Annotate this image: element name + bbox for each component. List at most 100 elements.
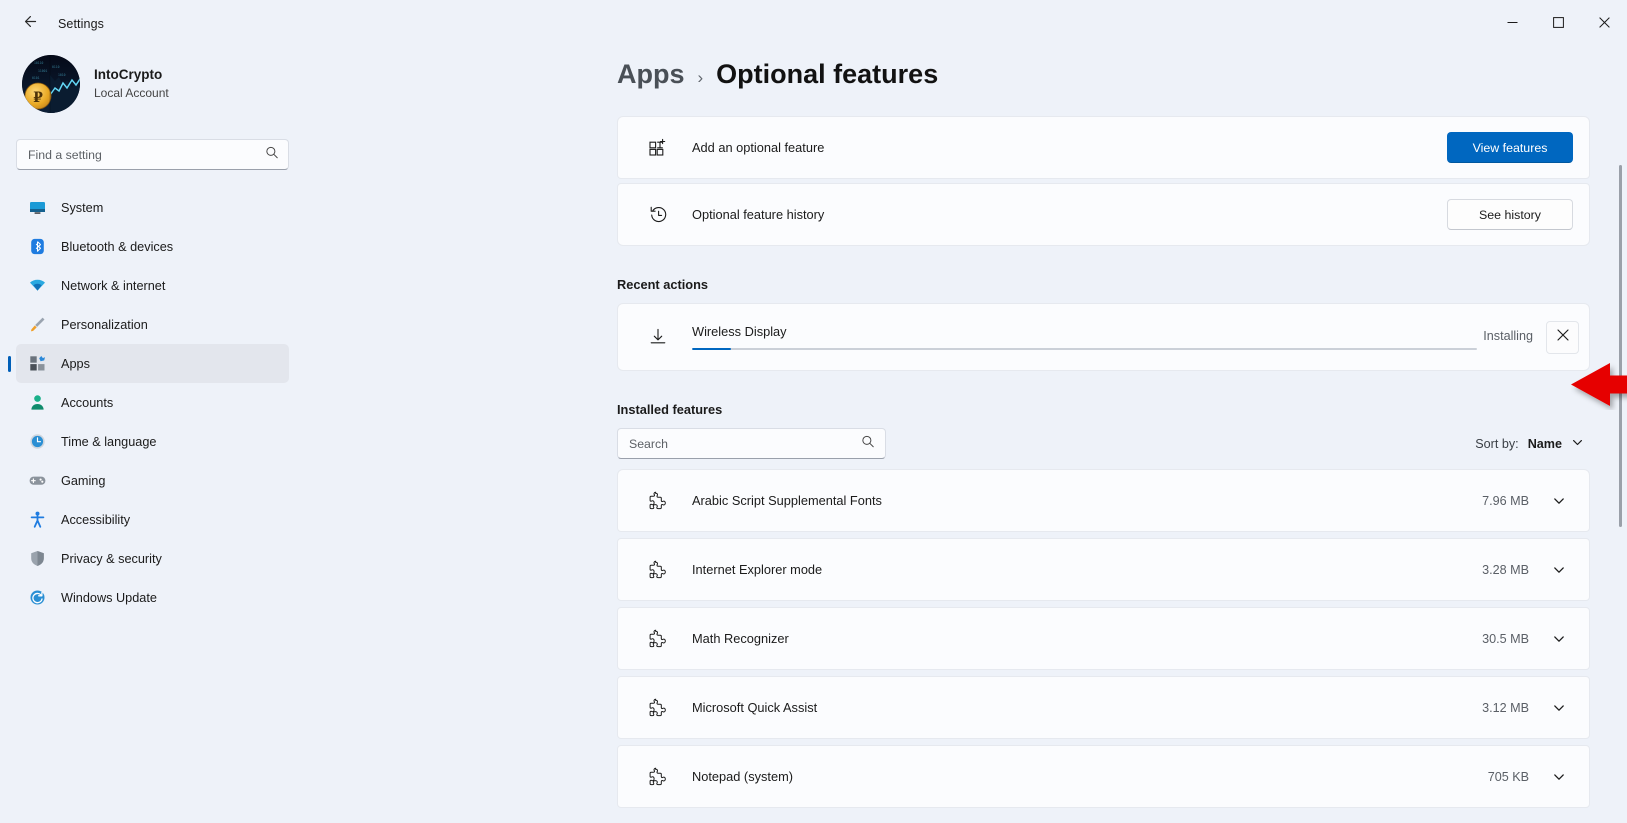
sidebar-item-system[interactable]: System xyxy=(16,188,289,227)
minimize-icon xyxy=(1507,15,1518,33)
monitor-icon xyxy=(29,199,46,216)
recent-action-body: Wireless Display xyxy=(692,324,1483,350)
add-optional-feature-card: Add an optional feature View features xyxy=(617,116,1590,179)
account-type: Local Account xyxy=(94,86,169,101)
account-name: IntoCrypto xyxy=(94,66,163,82)
sidebar-item-apps[interactable]: Apps xyxy=(16,344,289,383)
puzzle-icon xyxy=(643,698,673,718)
installed-features-search-input[interactable] xyxy=(618,436,885,451)
sidebar-item-bluetooth-devices[interactable]: Bluetooth & devices xyxy=(16,227,289,266)
sort-by-label: Sort by: xyxy=(1475,436,1519,451)
feature-name: Math Recognizer xyxy=(692,631,789,646)
install-progress-bar xyxy=(692,348,1478,350)
wifi-icon xyxy=(29,277,46,294)
sidebar-item-label: System xyxy=(61,200,104,215)
feature-name: Internet Explorer mode xyxy=(692,562,823,577)
table-row[interactable]: Microsoft Quick Assist 3.12 MB xyxy=(617,676,1590,739)
chevron-down-icon[interactable] xyxy=(1543,485,1575,517)
install-status-label: Installing xyxy=(1483,329,1533,343)
maximize-icon xyxy=(1552,15,1564,33)
recent-actions-title: Recent actions xyxy=(617,277,709,292)
chevron-down-icon[interactable] xyxy=(1543,623,1575,655)
feature-name: Notepad (system) xyxy=(692,769,793,784)
sidebar-item-windows-update[interactable]: Windows Update xyxy=(16,578,289,617)
sidebar-item-label: Network & internet xyxy=(61,278,166,293)
installed-features-search[interactable] xyxy=(617,428,886,459)
account-block[interactable]: 10110 0110 11001 1010 0101 ₽ IntoCrypto … xyxy=(16,47,289,113)
paintbrush-icon xyxy=(29,316,46,333)
sidebar-item-label: Windows Update xyxy=(61,590,157,605)
breadcrumb: Apps › Optional features xyxy=(305,47,1627,90)
sidebar-item-label: Personalization xyxy=(61,317,148,332)
recent-action-name: Wireless Display xyxy=(692,324,787,339)
cancel-install-button[interactable] xyxy=(1546,320,1579,354)
sidebar-item-label: Gaming xyxy=(61,473,106,488)
view-features-button[interactable]: View features xyxy=(1447,132,1573,163)
sidebar-item-gaming[interactable]: Gaming xyxy=(16,461,289,500)
sidebar-item-label: Accounts xyxy=(61,395,114,410)
accessibility-icon xyxy=(29,511,46,528)
sidebar-item-privacy-security[interactable]: Privacy & security xyxy=(16,539,289,578)
window-controls xyxy=(1489,0,1627,47)
search-icon xyxy=(265,145,279,164)
sidebar-item-personalization[interactable]: Personalization xyxy=(16,305,289,344)
sidebar-item-time-language[interactable]: Time & language xyxy=(16,422,289,461)
clock-icon xyxy=(29,433,46,450)
content-area: Add an optional feature View features Op… xyxy=(305,116,1627,808)
table-row[interactable]: Arabic Script Supplemental Fonts 7.96 MB xyxy=(617,469,1590,532)
feature-size: 705 KB xyxy=(1487,769,1529,784)
account-text: IntoCrypto Local Account xyxy=(94,66,169,102)
back-button[interactable] xyxy=(10,6,46,42)
person-icon xyxy=(29,394,46,411)
update-icon xyxy=(29,589,46,606)
sidebar-item-label: Privacy & security xyxy=(61,551,162,566)
shield-icon xyxy=(29,550,46,567)
svg-text:11001: 11001 xyxy=(38,69,47,73)
add-optional-feature-label: Add an optional feature xyxy=(692,140,825,155)
feature-name: Arabic Script Supplemental Fonts xyxy=(692,493,882,508)
chevron-down-icon[interactable] xyxy=(1543,761,1575,793)
sidebar-item-network-internet[interactable]: Network & internet xyxy=(16,266,289,305)
settings-search[interactable] xyxy=(16,139,289,170)
installed-features-toolbar: Sort by: Name xyxy=(617,428,1590,459)
breadcrumb-separator-icon: › xyxy=(697,68,704,87)
search-input[interactable] xyxy=(17,147,288,162)
arrow-left-icon xyxy=(20,13,37,35)
window-title: Settings xyxy=(58,16,104,31)
sidebar-item-label: Bluetooth & devices xyxy=(61,239,174,254)
breadcrumb-parent[interactable]: Apps xyxy=(617,59,685,90)
page-title: Optional features xyxy=(716,59,939,89)
add-grid-icon xyxy=(643,138,673,157)
scrollbar-thumb[interactable] xyxy=(1619,165,1622,527)
chevron-down-icon xyxy=(1571,436,1584,452)
table-row[interactable]: Notepad (system) 705 KB xyxy=(617,745,1590,808)
puzzle-icon xyxy=(643,491,673,511)
puzzle-icon xyxy=(643,629,673,649)
chevron-down-icon[interactable] xyxy=(1543,692,1575,724)
close-button[interactable] xyxy=(1581,0,1627,47)
download-icon xyxy=(643,327,673,347)
svg-text:0101: 0101 xyxy=(32,76,40,80)
sidebar-item-accessibility[interactable]: Accessibility xyxy=(16,500,289,539)
installed-features-title: Installed features xyxy=(617,402,723,417)
close-icon xyxy=(1556,328,1569,346)
sidebar-item-label: Time & language xyxy=(61,434,157,449)
main-content: Apps › Optional features Add an optional… xyxy=(305,47,1627,823)
optional-feature-history-card: Optional feature history See history xyxy=(617,183,1590,246)
search-icon xyxy=(861,434,875,453)
minimize-button[interactable] xyxy=(1489,0,1535,47)
table-row[interactable]: Internet Explorer mode 3.28 MB xyxy=(617,538,1590,601)
sidebar-item-accounts[interactable]: Accounts xyxy=(16,383,289,422)
settings-window: Settings 10110 0110 11001 1010 0101 ₽ In… xyxy=(0,0,1627,823)
sort-by-value: Name xyxy=(1527,436,1562,451)
chevron-down-icon[interactable] xyxy=(1543,554,1575,586)
table-row[interactable]: Math Recognizer 30.5 MB xyxy=(617,607,1590,670)
navigation-list: System Bluetooth & devices Network & int… xyxy=(16,188,289,617)
sort-by-dropdown[interactable]: Sort by: Name xyxy=(1469,432,1590,456)
feature-size: 30.5 MB xyxy=(1482,631,1529,646)
feature-name: Microsoft Quick Assist xyxy=(692,700,818,715)
maximize-button[interactable] xyxy=(1535,0,1581,47)
main-scrollbar[interactable] xyxy=(1613,107,1625,823)
see-history-button[interactable]: See history xyxy=(1447,199,1573,230)
close-icon xyxy=(1598,15,1610,33)
